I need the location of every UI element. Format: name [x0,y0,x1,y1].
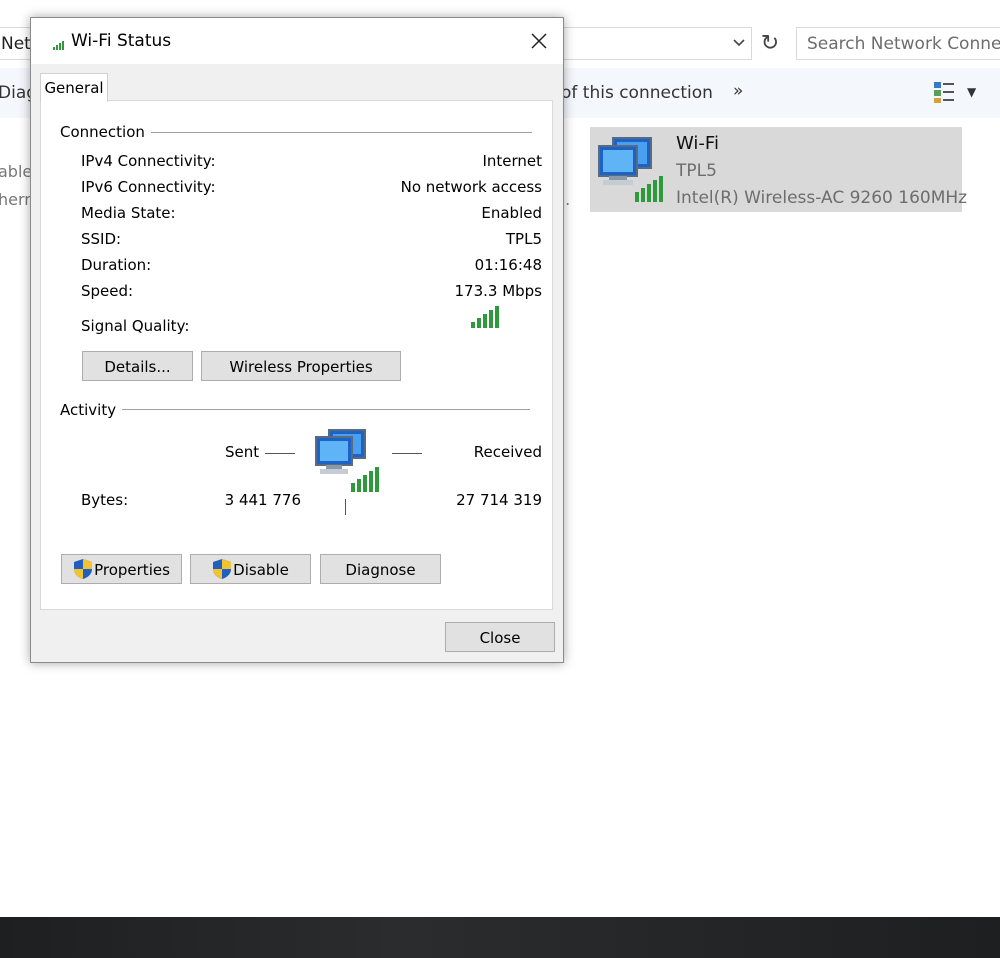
ipv4-label: IPv4 Connectivity: [81,152,216,170]
signal-quality-label: Signal Quality: [81,317,190,335]
wifi-card-ssid: TPL5 [676,161,717,181]
sent-label: Sent [225,443,260,461]
ipv6-label: IPv6 Connectivity: [81,178,216,196]
tab-general[interactable]: General [40,73,108,102]
signal-quality-bars-icon [471,306,499,328]
media-state-value: Enabled [481,204,542,222]
close-icon[interactable] [521,24,557,58]
view-dropdown-icon[interactable]: ▼ [967,85,976,99]
ipv6-value: No network access [400,178,542,196]
properties-button[interactable]: Properties [61,554,182,584]
sent-connector [265,453,295,454]
chevron-down-icon[interactable] [731,34,747,50]
ssid-value: TPL5 [505,230,542,248]
media-state-label: Media State: [81,204,176,222]
connection-heading: Connection [60,123,145,141]
speed-value: 173.3 Mbps [454,282,542,300]
wifi-card-adapter: Intel(R) Wireless-AC 9260 160MHz [676,188,968,208]
bytes-label: Bytes: [81,491,129,509]
activity-heading: Activity [60,401,117,419]
network-computers-icon [598,137,663,202]
wifi-connection-item[interactable]: Wi-Fi TPL5 Intel(R) Wireless-AC 9260 160… [590,127,967,212]
connection-divider [151,132,532,133]
signal-icon [53,41,64,50]
search-placeholder: Search Network Connect [807,34,1000,54]
received-label: Received [473,443,542,461]
activity-divider [122,409,530,410]
wifi-status-dialog: Wi-Fi Status General Connection IPv4 Con… [30,17,564,663]
wireless-properties-button[interactable]: Wireless Properties [201,351,401,381]
refresh-icon[interactable]: ↻ [755,30,785,58]
network-activity-icon [315,429,379,492]
disable-button-label: Disable [233,561,289,579]
diagnose-button[interactable]: Diagnose [320,554,441,584]
details-button[interactable]: Details... [82,351,193,381]
close-button[interactable]: Close [445,622,555,652]
general-panel: Connection IPv4 Connectivity: Internet I… [40,100,553,610]
toolbar-more-button[interactable]: » [733,81,743,101]
change-view-icon[interactable] [933,80,955,104]
dialog-title: Wi-Fi Status [71,31,172,51]
taskbar [0,917,1000,958]
background-text-1: able [0,162,33,181]
uac-shield-icon [74,558,93,579]
speed-label: Speed: [81,282,134,300]
properties-button-label: Properties [94,561,170,579]
toolbar-view-status-item[interactable]: of this connection [561,83,713,103]
ssid-label: SSID: [81,230,122,248]
wifi-card-name: Wi-Fi [676,133,719,154]
uac-shield-icon [213,558,232,579]
received-connector [392,453,422,454]
ipv4-value: Internet [482,152,542,170]
disable-button[interactable]: Disable [190,554,311,584]
bytes-sent-value: 3 441 776 [224,491,301,509]
duration-value: 01:16:48 [474,256,542,274]
dialog-titlebar[interactable]: Wi-Fi Status [31,18,563,64]
search-input[interactable]: Search Network Connect [796,27,1000,60]
duration-label: Duration: [81,256,152,274]
bytes-received-value: 27 714 319 [456,491,542,509]
activity-separator [345,499,346,515]
